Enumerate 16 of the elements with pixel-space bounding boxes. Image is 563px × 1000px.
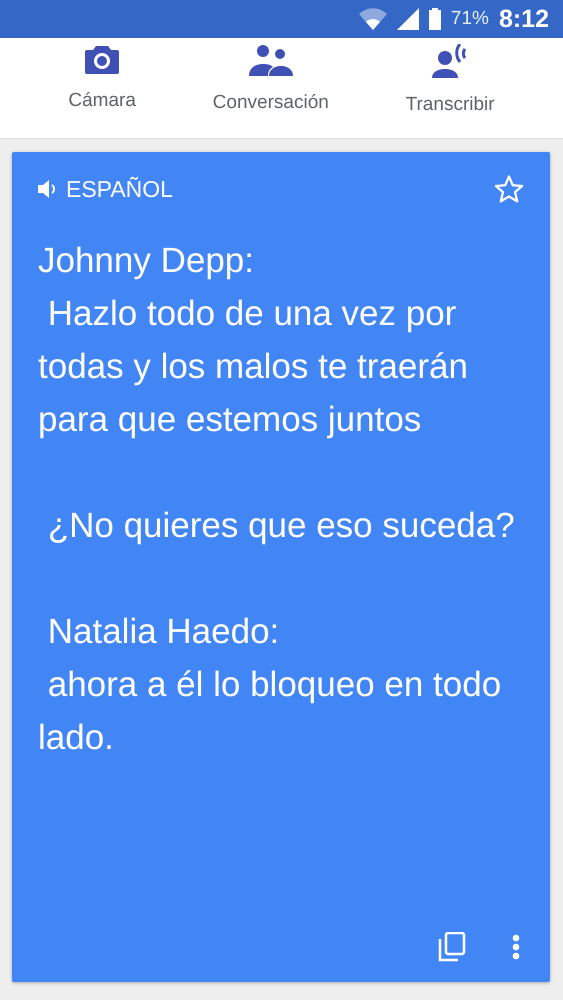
speaking-person-icon	[432, 44, 468, 78]
battery-percent: 71%	[450, 8, 489, 30]
people-icon	[248, 44, 293, 76]
star-button[interactable]	[494, 174, 524, 204]
translated-text: Johnny Depp: Hazlo todo de una vez por todas y los malos te traerán para que estemos juntos ¿No quieres que eso suceda? Natalia Haedo: ahora a él lo bloqueo en todo lado.	[38, 240, 516, 759]
camera-icon	[85, 44, 120, 74]
mode-tab[interactable]: Conversación	[204, 38, 337, 138]
mode-tab[interactable]: Cámara	[60, 38, 144, 138]
more-button[interactable]	[512, 934, 520, 960]
copy-button[interactable]	[438, 932, 466, 962]
signal-icon	[396, 8, 419, 30]
mode-tab[interactable]: Transcribir	[398, 38, 503, 138]
wifi-icon	[358, 8, 387, 30]
language-label: ESPAÑOL	[66, 176, 173, 202]
battery-icon	[428, 8, 441, 30]
clock: 8:12	[498, 4, 549, 34]
